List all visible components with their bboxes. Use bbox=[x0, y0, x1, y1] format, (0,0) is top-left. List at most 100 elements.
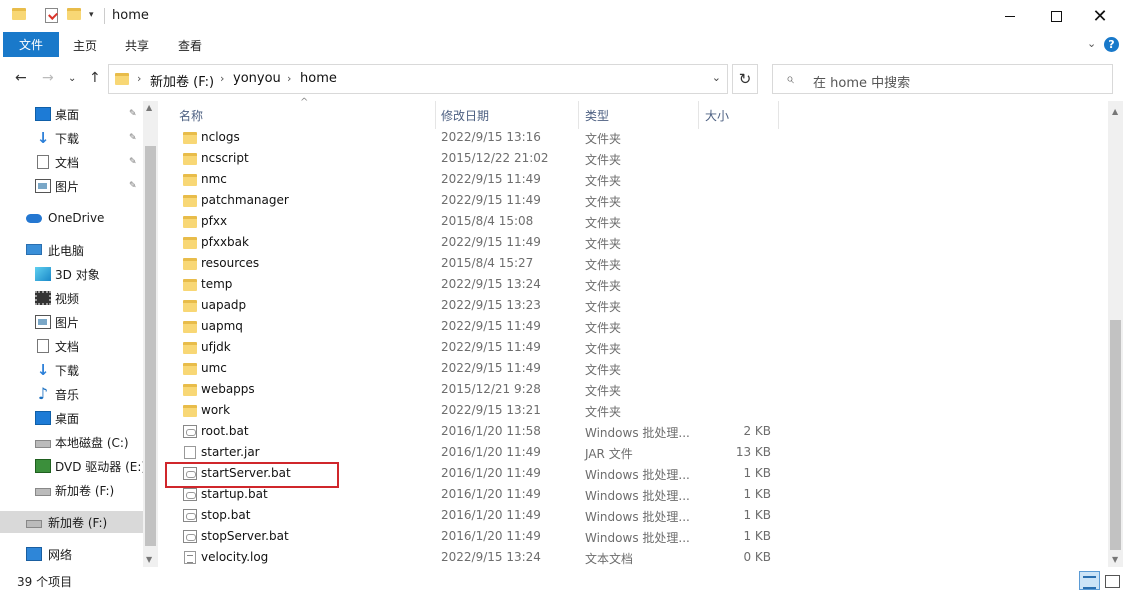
nav-item-downloads[interactable]: ↓ 下载 bbox=[0, 359, 143, 381]
file-row[interactable]: starter.jar 2016/1/20 11:49 JAR 文件 13 KB bbox=[158, 442, 1108, 463]
file-row[interactable]: uapmq 2022/9/15 11:49 文件夹 bbox=[158, 316, 1108, 337]
tab-file[interactable]: 文件 bbox=[3, 32, 59, 57]
search-box[interactable]: ⌕ 在 home 中搜索 bbox=[772, 64, 1113, 94]
column-divider[interactable] bbox=[435, 101, 436, 129]
file-row[interactable]: resources 2015/8/4 15:27 文件夹 bbox=[158, 253, 1108, 274]
nav-item-desktop[interactable]: 桌面 bbox=[0, 407, 143, 429]
maximize-button[interactable] bbox=[1033, 0, 1079, 32]
file-type: JAR 文件 bbox=[585, 447, 633, 461]
customize-quick-access-icon[interactable]: ▾ bbox=[89, 10, 94, 20]
nav-item-volume-f[interactable]: 新加卷 (F:) bbox=[0, 479, 143, 501]
file-row[interactable]: umc 2022/9/15 11:49 文件夹 bbox=[158, 358, 1108, 379]
file-row[interactable]: work 2022/9/15 13:21 文件夹 bbox=[158, 400, 1108, 421]
folder-icon[interactable] bbox=[12, 8, 26, 20]
column-header-date[interactable]: 修改日期 bbox=[441, 101, 489, 129]
folder-icon bbox=[183, 132, 197, 144]
column-header-name[interactable]: 名称 bbox=[179, 101, 203, 129]
drive-icon bbox=[35, 488, 51, 496]
status-bar: 39 个项目 bbox=[0, 568, 1123, 594]
breadcrumb-separator[interactable]: › bbox=[137, 72, 141, 85]
file-row[interactable]: patchmanager 2022/9/15 11:49 文件夹 bbox=[158, 190, 1108, 211]
file-row[interactable]: velocity.log 2022/9/15 13:24 文本文档 0 KB bbox=[158, 547, 1108, 568]
up-button[interactable]: ↑ bbox=[89, 70, 101, 86]
file-list-scrollbar[interactable]: ▲ ▼ bbox=[1108, 101, 1123, 567]
file-row[interactable]: pfxx 2015/8/4 15:08 文件夹 bbox=[158, 211, 1108, 232]
pin-icon: ✎ bbox=[129, 109, 137, 119]
close-button[interactable]: ✕ bbox=[1077, 0, 1123, 32]
nav-item-documents[interactable]: 文档 ✎ bbox=[0, 151, 143, 173]
tab-share[interactable]: 共享 bbox=[125, 37, 149, 54]
nav-item-onedrive[interactable]: OneDrive bbox=[0, 207, 143, 229]
tab-view[interactable]: 查看 bbox=[178, 37, 202, 54]
file-row[interactable]: nmc 2022/9/15 11:49 文件夹 bbox=[158, 169, 1108, 190]
scroll-up-icon[interactable]: ▲ bbox=[1112, 107, 1118, 116]
folder-icon bbox=[183, 258, 197, 270]
file-row[interactable]: nclogs 2022/9/15 13:16 文件夹 bbox=[158, 127, 1108, 148]
large-icons-view-icon[interactable] bbox=[1103, 572, 1120, 589]
nav-item-this-pc[interactable]: 此电脑 bbox=[0, 239, 143, 261]
tab-home[interactable]: 主页 bbox=[73, 37, 97, 54]
address-dropdown-icon[interactable]: ⌄ bbox=[712, 71, 721, 84]
address-bar[interactable]: › 新加卷 (F:) › yonyou › home ⌄ bbox=[108, 64, 728, 94]
details-view-icon[interactable] bbox=[1079, 571, 1100, 590]
column-divider[interactable] bbox=[698, 101, 699, 129]
column-header-type[interactable]: 类型 bbox=[585, 101, 609, 129]
nav-item-label: 文档 bbox=[55, 155, 80, 170]
file-date: 2022/9/15 13:24 bbox=[441, 277, 541, 291]
nav-scrollbar[interactable]: ▲ ▼ bbox=[143, 101, 158, 567]
nav-item-local-disk-c[interactable]: 本地磁盘 (C:) bbox=[0, 431, 143, 453]
recent-locations-button[interactable]: ⌄ bbox=[68, 73, 76, 84]
expand-ribbon-icon[interactable]: ⌄ bbox=[1087, 37, 1096, 50]
nav-item-volume-f-selected[interactable]: 新加卷 (F:) bbox=[0, 511, 143, 533]
file-row[interactable]: ncscript 2015/12/22 21:02 文件夹 bbox=[158, 148, 1108, 169]
breadcrumb-yonyou[interactable]: yonyou bbox=[233, 71, 281, 86]
file-row[interactable]: root.bat 2016/1/20 11:58 Windows 批处理... 2 K… bbox=[158, 421, 1108, 442]
scroll-up-icon[interactable]: ▲ bbox=[146, 103, 152, 112]
column-divider[interactable] bbox=[778, 101, 779, 129]
refresh-button[interactable]: ↻ bbox=[732, 64, 758, 94]
file-row[interactable]: stopServer.bat 2016/1/20 11:49 Windows 批处理… bbox=[158, 526, 1108, 547]
file-type: 文件夹 bbox=[585, 153, 622, 167]
scrollbar-thumb[interactable] bbox=[145, 146, 156, 546]
batch-file-icon bbox=[183, 509, 197, 522]
new-folder-icon[interactable] bbox=[67, 8, 81, 20]
scroll-down-icon[interactable]: ▼ bbox=[1112, 555, 1118, 564]
nav-item-network[interactable]: 网络 bbox=[0, 543, 143, 565]
file-row[interactable]: webapps 2015/12/21 9:28 文件夹 bbox=[158, 379, 1108, 400]
nav-item-desktop[interactable]: 桌面 ✎ bbox=[0, 103, 143, 125]
column-divider[interactable] bbox=[578, 101, 579, 129]
column-header-size[interactable]: 大小 bbox=[705, 101, 729, 129]
breadcrumb-separator[interactable]: › bbox=[220, 72, 224, 85]
file-row[interactable]: ufjdk 2022/9/15 11:49 文件夹 bbox=[158, 337, 1108, 358]
nav-item-3d-objects[interactable]: 3D 对象 bbox=[0, 263, 143, 285]
nav-item-label: 桌面 bbox=[55, 411, 80, 426]
file-row[interactable]: stop.bat 2016/1/20 11:49 Windows 批处理... 1 K… bbox=[158, 505, 1108, 526]
forward-button[interactable]: → bbox=[42, 70, 54, 86]
breadcrumb-home[interactable]: home bbox=[300, 71, 337, 86]
nav-item-videos[interactable]: 视频 bbox=[0, 287, 143, 309]
file-size: 2 KB bbox=[743, 424, 771, 438]
file-date: 2022/9/15 13:24 bbox=[441, 550, 541, 564]
file-type: Windows 批处理... bbox=[585, 510, 690, 524]
file-size: 1 KB bbox=[743, 466, 771, 480]
nav-item-pictures[interactable]: 图片 ✎ bbox=[0, 175, 143, 197]
file-row[interactable]: uapadp 2022/9/15 13:23 文件夹 bbox=[158, 295, 1108, 316]
breadcrumb-separator[interactable]: › bbox=[287, 72, 291, 85]
scroll-down-icon[interactable]: ▼ bbox=[146, 555, 152, 564]
file-name: stop.bat bbox=[201, 508, 251, 522]
file-row[interactable]: temp 2022/9/15 13:24 文件夹 bbox=[158, 274, 1108, 295]
nav-item-music[interactable]: ♪ 音乐 bbox=[0, 383, 143, 405]
breadcrumb-drive[interactable]: 新加卷 (F:) bbox=[150, 71, 214, 90]
properties-icon[interactable] bbox=[45, 8, 58, 23]
nav-item-dvd-drive-e[interactable]: DVD 驱动器 (E:) bbox=[0, 455, 147, 477]
nav-item-downloads[interactable]: ↓ 下载 ✎ bbox=[0, 127, 143, 149]
nav-item-label: DVD 驱动器 (E:) bbox=[55, 459, 147, 474]
pictures-icon bbox=[35, 179, 51, 193]
file-row[interactable]: pfxxbak 2022/9/15 11:49 文件夹 bbox=[158, 232, 1108, 253]
nav-item-pictures[interactable]: 图片 bbox=[0, 311, 143, 333]
minimize-button[interactable] bbox=[987, 0, 1033, 32]
back-button[interactable]: ← bbox=[15, 70, 27, 86]
scrollbar-thumb[interactable] bbox=[1110, 320, 1121, 550]
help-icon[interactable]: ? bbox=[1104, 37, 1119, 52]
nav-item-documents[interactable]: 文档 bbox=[0, 335, 143, 357]
